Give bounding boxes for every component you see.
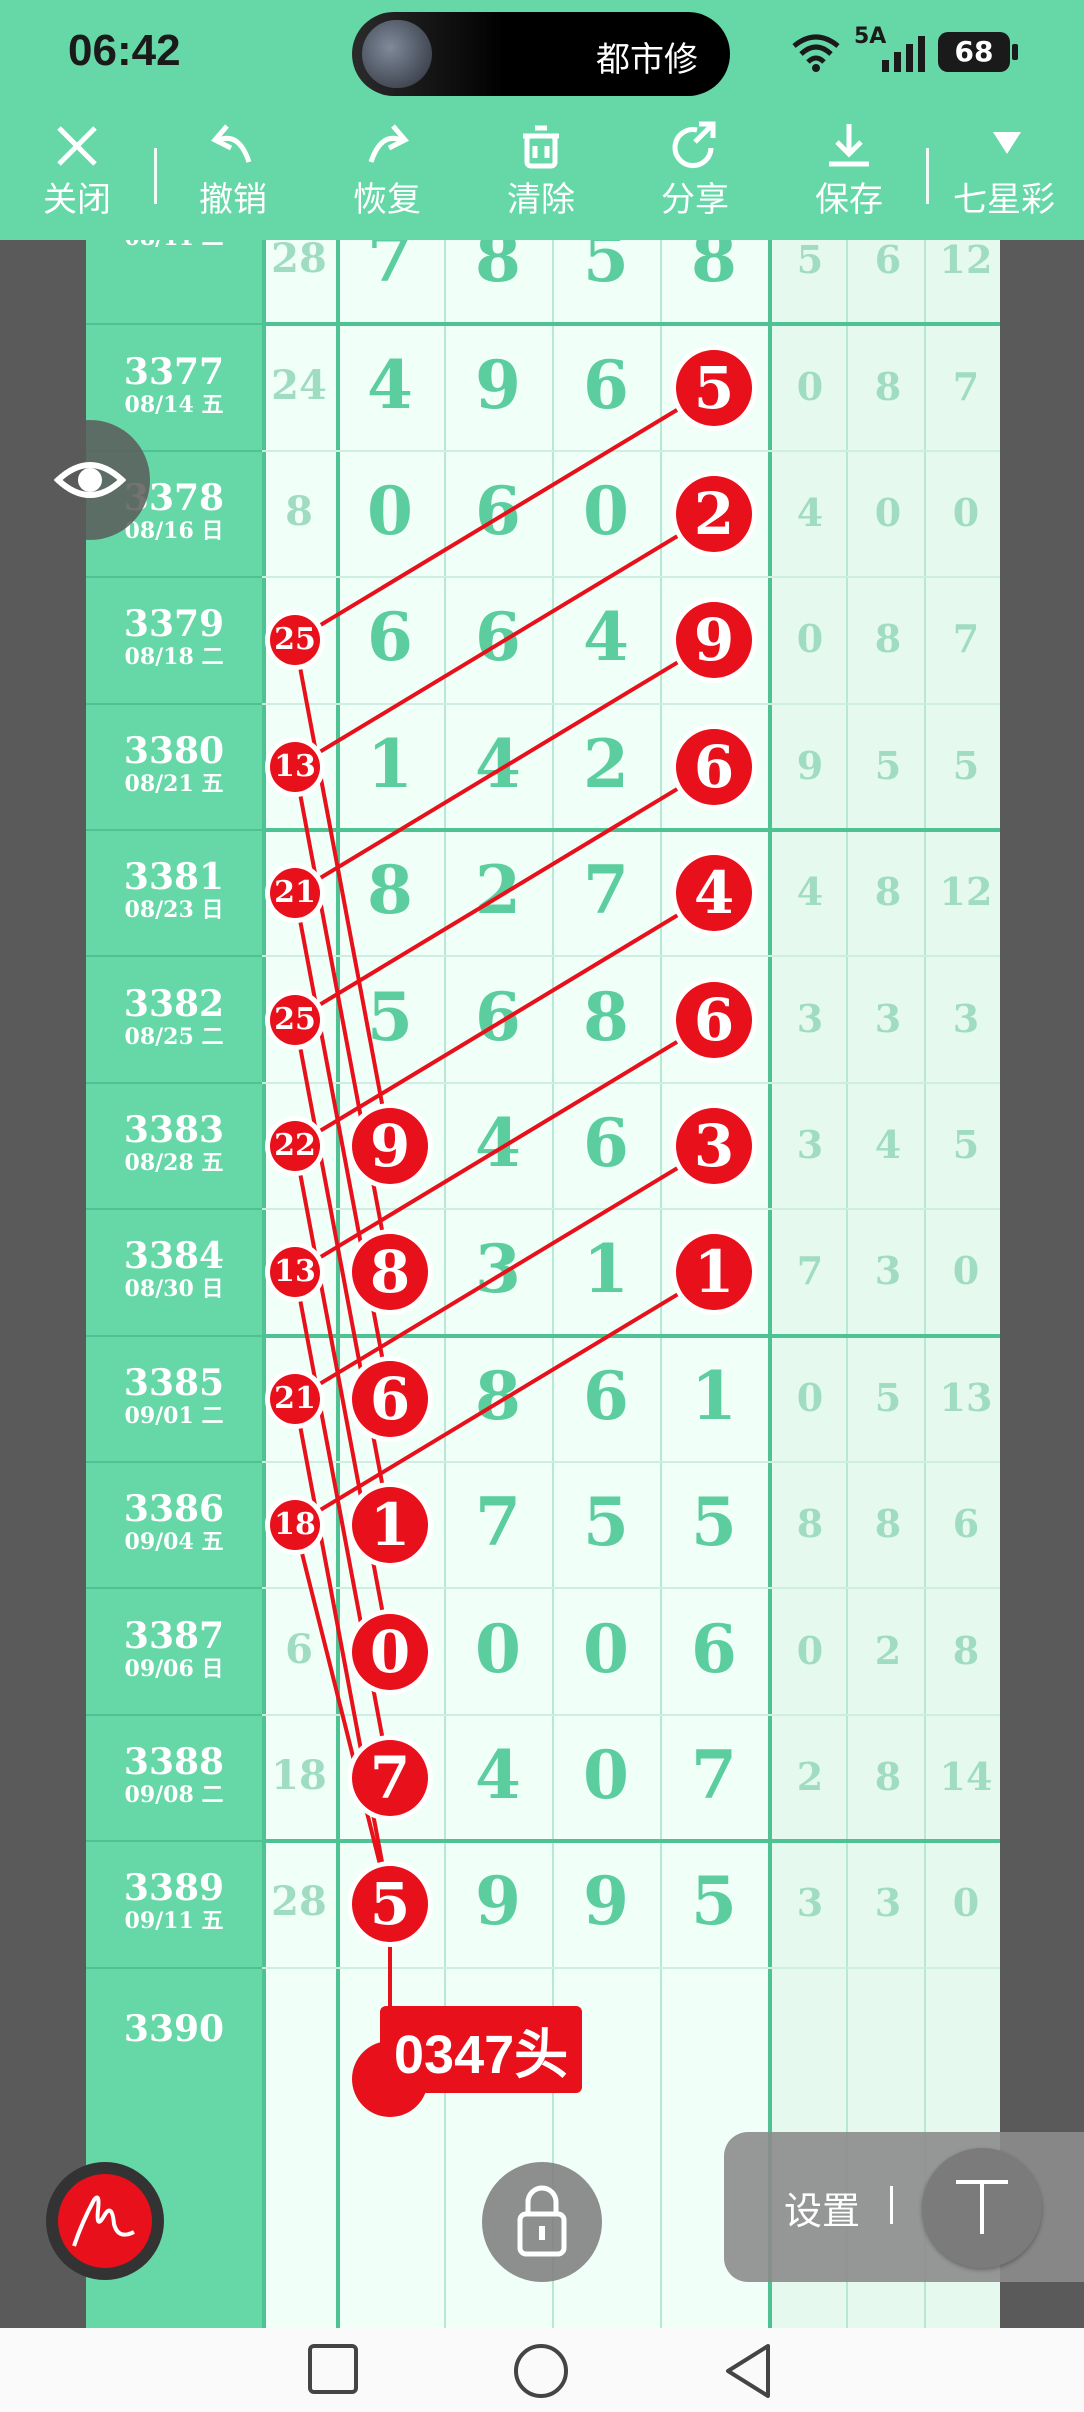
close-label: 关闭 xyxy=(43,180,111,220)
share-label: 分享 xyxy=(661,180,729,220)
scroll-to-top-button[interactable] xyxy=(922,2148,1042,2268)
undo-icon xyxy=(178,118,288,180)
eye-icon xyxy=(54,462,126,498)
trend-chart-sheet[interactable]: 08/11 二337708/14 五337808/16 日337908/18 二… xyxy=(86,240,1000,2340)
marked-digit-ball: 1 xyxy=(676,1234,752,1311)
marked-side-ball: 13 xyxy=(270,741,320,792)
marked-side-ball: 21 xyxy=(270,868,320,919)
marked-digit-ball: 7 xyxy=(352,1740,428,1816)
redo-button[interactable]: 恢复 xyxy=(332,118,442,228)
toolbar-divider xyxy=(154,148,157,204)
marked-digit-ball: 3 xyxy=(676,1108,752,1184)
marked-digit-ball: 5 xyxy=(676,349,752,426)
prediction-tag: 0347头 xyxy=(380,2006,583,2093)
trend-line xyxy=(293,512,716,769)
recent-apps-icon[interactable] xyxy=(306,2342,360,2396)
lottery-type-label: 七星彩 xyxy=(953,180,1055,220)
undo-button[interactable]: 撤销 xyxy=(178,118,288,228)
marked-digit-ball: 2 xyxy=(676,476,752,552)
lock-button[interactable] xyxy=(482,2162,602,2282)
lock-icon xyxy=(517,2185,567,2257)
share-icon xyxy=(640,118,750,180)
marked-side-ball: 25 xyxy=(270,994,320,1045)
draw-pen-button[interactable] xyxy=(46,2162,164,2280)
redo-label: 恢复 xyxy=(353,180,421,220)
battery-indicator: 68 xyxy=(938,32,1018,72)
trend-line xyxy=(293,638,716,895)
now-playing-island[interactable]: 都市修 xyxy=(352,12,730,96)
scroll-top-icon xyxy=(956,2180,1008,2234)
status-icons: 5A 68 xyxy=(790,24,1040,78)
toggle-visibility-button[interactable] xyxy=(30,420,150,540)
save-button[interactable]: 保存 xyxy=(794,118,904,228)
marked-digit-ball: 1 xyxy=(352,1487,428,1564)
back-icon[interactable] xyxy=(722,2342,776,2400)
signature-pen-icon xyxy=(72,2195,135,2247)
marked-digit-ball: 6 xyxy=(676,728,752,805)
marked-digit-ball: 6 xyxy=(352,1360,428,1437)
signal-bars-icon xyxy=(882,36,925,72)
marked-digit-ball: 9 xyxy=(352,1108,428,1184)
marked-side-ball: 18 xyxy=(270,1500,320,1551)
home-icon[interactable] xyxy=(512,2342,570,2400)
clear-label: 清除 xyxy=(507,180,575,220)
close-icon xyxy=(22,118,132,180)
marked-side-ball: 22 xyxy=(270,1121,320,1171)
lottery-type-dropdown[interactable]: 七星彩 xyxy=(952,118,1062,228)
save-label: 保存 xyxy=(815,180,883,220)
trash-icon xyxy=(486,118,596,180)
trend-line xyxy=(293,385,716,643)
wifi-icon xyxy=(792,34,840,72)
system-nav-bar xyxy=(0,2328,1084,2412)
now-playing-title: 都市修 xyxy=(596,40,698,80)
screen: { "status": {"time": "06:42", "now_playi… xyxy=(0,0,1084,2412)
marked-digit-ball: 4 xyxy=(676,855,752,932)
share-button[interactable]: 分享 xyxy=(640,118,750,228)
album-thumbnail xyxy=(362,20,432,88)
download-icon xyxy=(794,118,904,180)
settings-divider xyxy=(890,2186,893,2224)
clear-button[interactable]: 清除 xyxy=(486,118,596,228)
close-button[interactable]: 关闭 xyxy=(22,118,132,228)
marked-digit-ball: 9 xyxy=(676,602,752,679)
status-time: 06:42 xyxy=(68,26,181,75)
settings-label: 设置 xyxy=(784,2189,861,2233)
undo-label: 撤销 xyxy=(199,180,267,220)
marked-side-ball: 21 xyxy=(270,1373,320,1424)
redo-icon xyxy=(332,118,442,180)
toolbar-divider xyxy=(926,148,929,204)
dropdown-triangle-icon xyxy=(952,118,1062,180)
top-bar: 06:42 都市修 5A 68 关闭 撤销 恢复 清除 分享 保存 七星彩 xyxy=(0,0,1084,240)
marked-digit-ball: 6 xyxy=(676,981,752,1058)
marked-digit-ball: 0 xyxy=(352,1613,428,1690)
marked-digit-ball: 5 xyxy=(352,1866,428,1943)
marked-digit-ball: 8 xyxy=(352,1234,428,1311)
